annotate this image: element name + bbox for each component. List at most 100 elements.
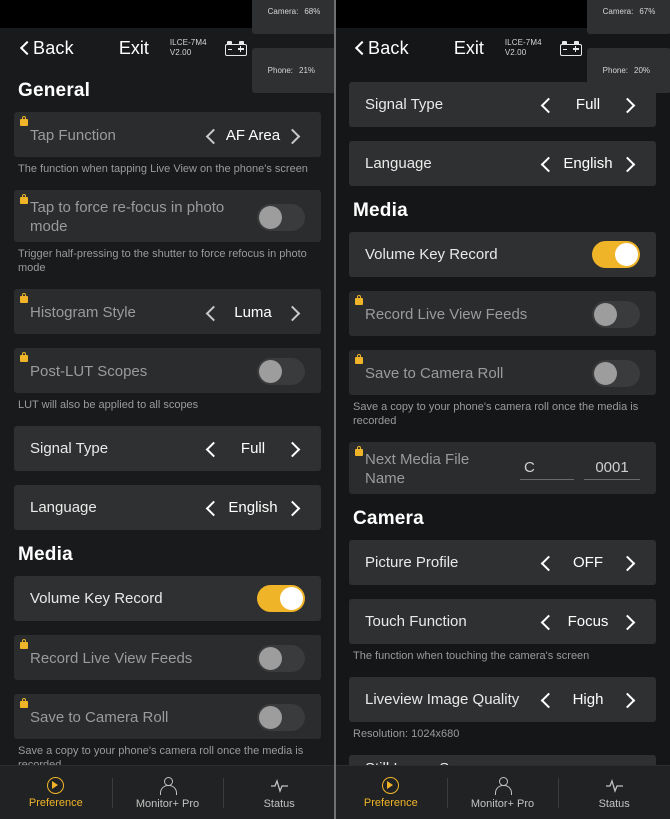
chevron-right-icon[interactable] [285, 301, 305, 325]
camera-battery-value: 67% [639, 6, 656, 16]
setting-row-touch-function[interactable]: Touch Function Focus [349, 599, 656, 644]
app-header: Back Exit ILCE-7M4 V2.00 Camera: 67% Phon… [335, 0, 670, 93]
value-stepper: AF Area [201, 124, 305, 148]
exit-button[interactable]: Exit [119, 38, 149, 59]
setting-row-histogram-style[interactable]: Histogram Style Luma [14, 289, 321, 334]
setting-row-still-image-save-destination[interactable]: Still Image Save Destination Phone + Cam… [349, 755, 656, 765]
setting-row-record-live-view-feeds[interactable]: Record Live View Feeds [349, 291, 656, 336]
tab-label: Status [263, 797, 295, 810]
tab-status[interactable]: Status [558, 766, 670, 819]
bottom-tab-bar: Preference Monitor+ Pro Status [335, 765, 670, 819]
file-number-input[interactable]: 0001 [584, 459, 640, 480]
setting-value: High [572, 691, 604, 708]
lock-icon [20, 116, 28, 126]
file-name-inputs: C 0001 [520, 459, 640, 480]
setting-row-language[interactable]: Language English [349, 141, 656, 186]
chevron-right-icon[interactable] [620, 551, 640, 575]
back-button-label: Back [33, 37, 74, 58]
chevron-left-icon[interactable] [201, 301, 221, 325]
chevron-right-icon[interactable] [285, 496, 305, 520]
setting-label: Liveview Image Quality [365, 691, 520, 708]
setting-row-record-live-view-feeds[interactable]: Record Live View Feeds [14, 635, 321, 680]
tab-label: Preference [28, 796, 83, 809]
chevron-right-icon[interactable] [620, 152, 640, 176]
setting-label: Language [30, 499, 97, 516]
value-stepper: Full [201, 437, 305, 461]
tab-monitor-pro[interactable]: Monitor+ Pro [111, 766, 224, 819]
setting-value: AF Area [225, 127, 281, 144]
setting-label: Histogram Style [30, 304, 136, 321]
tab-preference[interactable]: Preference [335, 766, 447, 819]
setting-row-next-media-file-name[interactable]: Next Media File Name C 0001 [349, 442, 656, 494]
lock-icon [20, 698, 28, 708]
tab-status[interactable]: Status [223, 766, 335, 819]
section-header-media: Media [18, 544, 73, 565]
chevron-left-icon[interactable] [536, 610, 556, 634]
left-phone-screen: Back Exit ILCE-7M4 V2.00 Camera: 68% Phon… [0, 0, 335, 819]
chevron-left-icon [355, 41, 364, 56]
chevron-left-icon[interactable] [536, 688, 556, 712]
toggle-switch[interactable] [257, 704, 305, 731]
chevron-left-icon[interactable] [536, 93, 556, 117]
chevron-right-icon[interactable] [285, 124, 305, 148]
setting-row-liveview-image-quality[interactable]: Liveview Image Quality High [349, 677, 656, 722]
chevron-right-icon[interactable] [620, 93, 640, 117]
section-header-camera: Camera [353, 508, 424, 529]
toggle-switch[interactable] [592, 360, 640, 387]
lock-icon [355, 446, 363, 456]
settings-scroll-area[interactable]: Signal Type Full Language English Media [335, 68, 670, 765]
back-button[interactable]: Back [20, 38, 74, 59]
toggle-switch[interactable] [257, 358, 305, 385]
device-info: ILCE-7M4 V2.00 [505, 38, 542, 58]
chevron-right-icon[interactable] [620, 688, 640, 712]
lock-icon [20, 352, 28, 362]
lock-icon [20, 194, 28, 204]
setting-row-post-lut-scopes[interactable]: Post-LUT Scopes [14, 348, 321, 393]
toggle-switch[interactable] [257, 585, 305, 612]
toggle-switch[interactable] [592, 301, 640, 328]
camera-battery-label: Camera: [267, 6, 299, 16]
person-icon [158, 776, 177, 795]
chevron-left-icon[interactable] [536, 152, 556, 176]
setting-label: Signal Type [365, 96, 444, 113]
camera-battery-label: Camera: [602, 6, 634, 16]
device-version: V2.00 [504, 48, 527, 57]
chevron-left-icon[interactable] [201, 437, 221, 461]
tab-monitor-pro[interactable]: Monitor+ Pro [446, 766, 559, 819]
exit-button[interactable]: Exit [454, 38, 484, 59]
value-stepper: English [536, 152, 640, 176]
gear-icon [47, 776, 65, 794]
setting-description: The function when tapping Live View on t… [18, 163, 308, 175]
value-stepper: Focus [536, 610, 640, 634]
chevron-right-icon[interactable] [620, 610, 640, 634]
toggle-switch[interactable] [257, 645, 305, 672]
setting-row-tap-function[interactable]: Tap Function AF Area [14, 112, 321, 157]
dual-screenshot-container: Back Exit ILCE-7M4 V2.00 Camera: 68% Phon… [0, 0, 670, 819]
setting-row-save-to-camera-roll[interactable]: Save to Camera Roll [349, 350, 656, 395]
pulse-icon [605, 776, 624, 795]
app-header: Back Exit ILCE-7M4 V2.00 Camera: 68% Phon… [0, 0, 335, 93]
chevron-left-icon[interactable] [536, 551, 556, 575]
file-prefix-input[interactable]: C [520, 459, 574, 480]
chevron-left-icon [20, 41, 29, 56]
setting-row-picture-profile[interactable]: Picture Profile OFF [349, 540, 656, 585]
setting-description: Trigger half-pressing to the shutter to … [18, 248, 307, 274]
toggle-switch[interactable] [592, 241, 640, 268]
toggle-switch[interactable] [257, 203, 305, 231]
setting-row-tap-refocus[interactable]: Tap to force re-focus in photo mode [14, 190, 321, 242]
setting-row-signal-type[interactable]: Signal Type Full [14, 426, 321, 471]
chevron-left-icon[interactable] [201, 124, 221, 148]
setting-row-volume-key-record[interactable]: Volume Key Record [14, 576, 321, 621]
setting-row-volume-key-record[interactable]: Volume Key Record [349, 232, 656, 277]
tab-preference[interactable]: Preference [0, 766, 112, 819]
setting-label: Post-LUT Scopes [30, 363, 148, 380]
setting-label: Still Image Save Destination [365, 759, 516, 766]
setting-row-save-to-camera-roll[interactable]: Save to Camera Roll [14, 694, 321, 739]
chevron-left-icon[interactable] [201, 496, 221, 520]
back-button[interactable]: Back [355, 38, 409, 59]
setting-row-language[interactable]: Language English [14, 485, 321, 530]
settings-scroll-area[interactable]: General Tap Function AF Area The functio… [0, 68, 335, 765]
setting-value: Focus [567, 613, 609, 630]
chevron-right-icon[interactable] [285, 437, 305, 461]
setting-row-signal-type[interactable]: Signal Type Full [349, 82, 656, 127]
